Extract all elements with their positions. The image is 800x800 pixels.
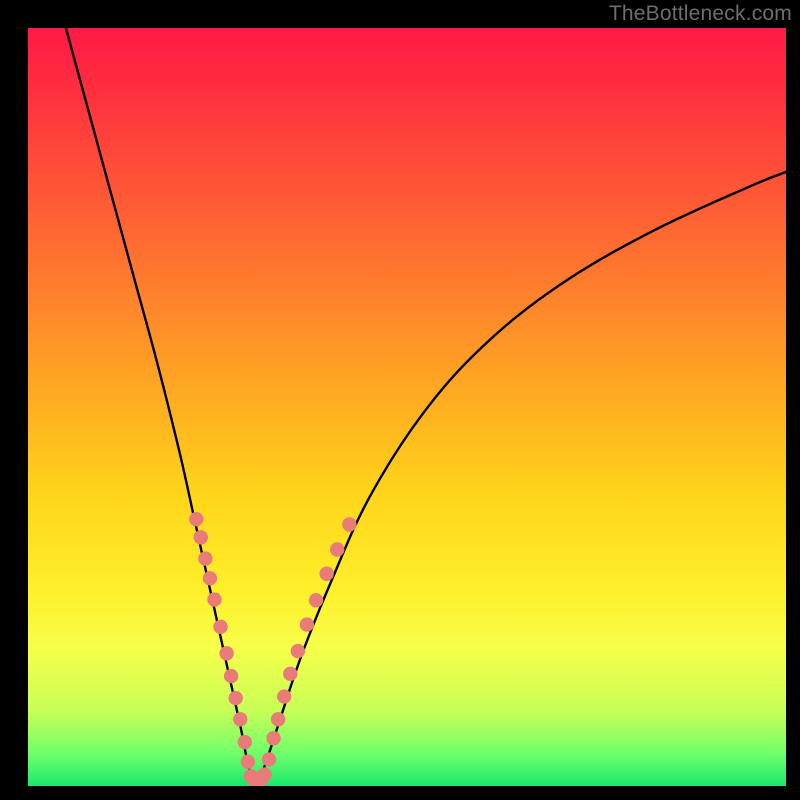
bottleneck-chart — [28, 28, 786, 786]
marker-dot — [300, 617, 314, 631]
marker-dot — [330, 542, 344, 556]
marker-dot — [283, 667, 297, 681]
marker-dot — [238, 735, 252, 749]
marker-dot — [262, 752, 276, 766]
marker-dot — [224, 669, 238, 683]
marker-dot — [257, 767, 271, 781]
marker-dot — [342, 517, 356, 531]
marker-dot — [228, 691, 242, 705]
marker-dot — [213, 620, 227, 634]
marker-dot — [198, 551, 212, 565]
marker-dot — [271, 712, 285, 726]
marker-dot — [277, 689, 291, 703]
marker-dot — [319, 567, 333, 581]
marker-dot — [241, 755, 255, 769]
marker-dot — [203, 571, 217, 585]
marker-dot — [233, 712, 247, 726]
curve-path — [66, 28, 786, 786]
marker-dot — [291, 644, 305, 658]
watermark-label: TheBottleneck.com — [609, 2, 792, 26]
outer-frame: TheBottleneck.com — [0, 0, 800, 800]
marker-dot — [266, 731, 280, 745]
marker-dots — [189, 512, 357, 786]
marker-dot — [309, 593, 323, 607]
marker-dot — [194, 530, 208, 544]
plot-area — [28, 28, 786, 786]
marker-dot — [207, 592, 221, 606]
marker-dot — [219, 646, 233, 660]
marker-dot — [189, 512, 203, 526]
